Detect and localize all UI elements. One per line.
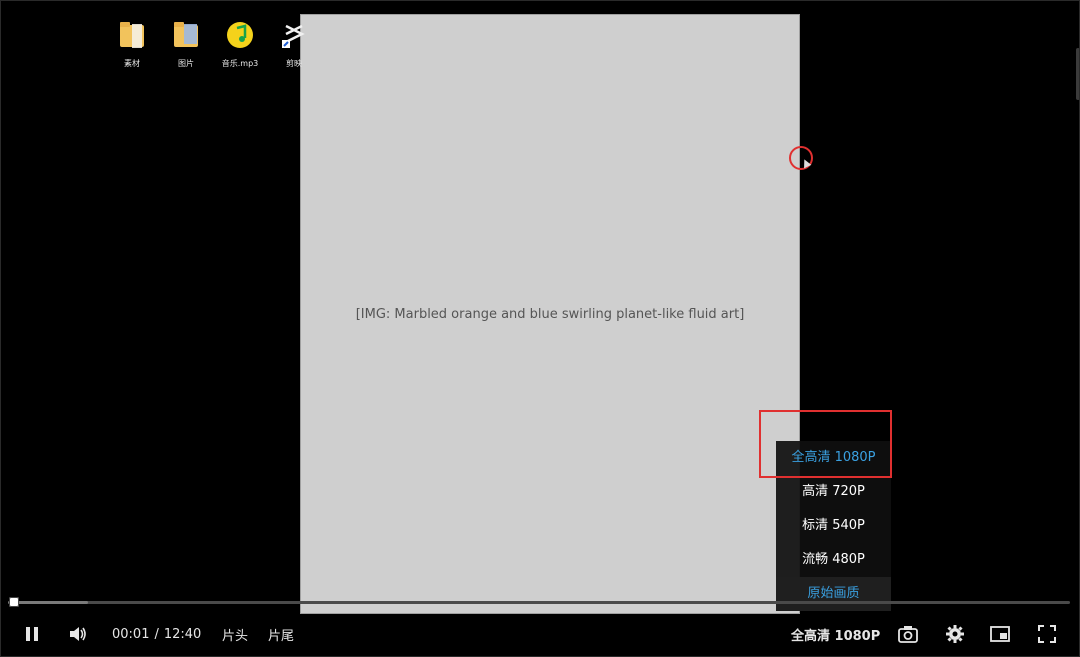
quality-button[interactable]: 全高清 1080P	[791, 620, 880, 648]
desktop-icon-materials[interactable]: 素材	[110, 20, 154, 69]
quality-option-540p[interactable]: 标清 540P	[776, 509, 891, 543]
scrollbar-thumb[interactable]	[1076, 48, 1080, 100]
bottom-strip	[0, 648, 1080, 657]
fullscreen-button[interactable]	[1037, 620, 1057, 648]
control-bar: 00:01 / 12:40 片头 片尾 全高清 1080P	[0, 620, 1080, 648]
camera-icon	[898, 626, 918, 643]
volume-icon	[70, 627, 86, 641]
folder-icon	[120, 22, 144, 48]
quality-option-720p[interactable]: 高清 720P	[776, 475, 891, 509]
pause-icon	[26, 627, 38, 641]
annotation-highlight-box	[759, 410, 892, 478]
desktop-icon-capcut[interactable]: 剪映	[272, 20, 316, 69]
quality-option-original[interactable]: 原始画质	[776, 577, 891, 611]
desktop-icon-pictures[interactable]: 图片	[164, 20, 208, 69]
cursor-highlight-ring	[789, 146, 813, 170]
desktop-icon-label: 剪映	[286, 59, 302, 68]
pause-button[interactable]	[22, 620, 42, 648]
desktop-icon-label: 图片	[178, 59, 194, 68]
video-viewport[interactable]: [IMG: Marbled orange and blue swirling p…	[0, 14, 1080, 620]
desktop-icon-music[interactable]: 音乐.mp3	[218, 20, 262, 69]
time-separator: /	[154, 626, 159, 642]
gear-icon	[946, 625, 964, 643]
intro-skip-button[interactable]: 片头	[222, 620, 248, 648]
volume-button[interactable]	[68, 620, 88, 648]
desktop-icon-label: 音乐.mp3	[221, 59, 259, 68]
screenshot-button[interactable]	[898, 620, 918, 648]
picture-in-picture-button[interactable]	[990, 620, 1010, 648]
time-display: 00:01 / 12:40	[112, 620, 201, 648]
video-player: [IMG: Marbled orange and blue swirling p…	[0, 0, 1080, 657]
fullscreen-icon	[1038, 625, 1056, 643]
folder-icon	[174, 22, 198, 47]
settings-button[interactable]	[945, 620, 965, 648]
progress-bar[interactable]	[8, 597, 1070, 607]
image-placeholder-label: [IMG: Marbled orange and blue swirling p…	[355, 306, 745, 322]
progress-handle[interactable]	[9, 597, 19, 607]
current-time: 00:01	[112, 626, 150, 642]
duration: 12:40	[163, 626, 202, 642]
music-file-icon	[227, 22, 253, 48]
progress-buffered	[8, 601, 88, 604]
capcut-shortcut-icon	[282, 24, 305, 48]
video-frame-image: [IMG: Marbled orange and blue swirling p…	[300, 14, 800, 614]
picture-in-picture-icon	[990, 626, 1010, 642]
quality-option-480p[interactable]: 流畅 480P	[776, 543, 891, 577]
outro-skip-button[interactable]: 片尾	[268, 620, 294, 648]
desktop-icon-label: 素材	[124, 59, 140, 68]
